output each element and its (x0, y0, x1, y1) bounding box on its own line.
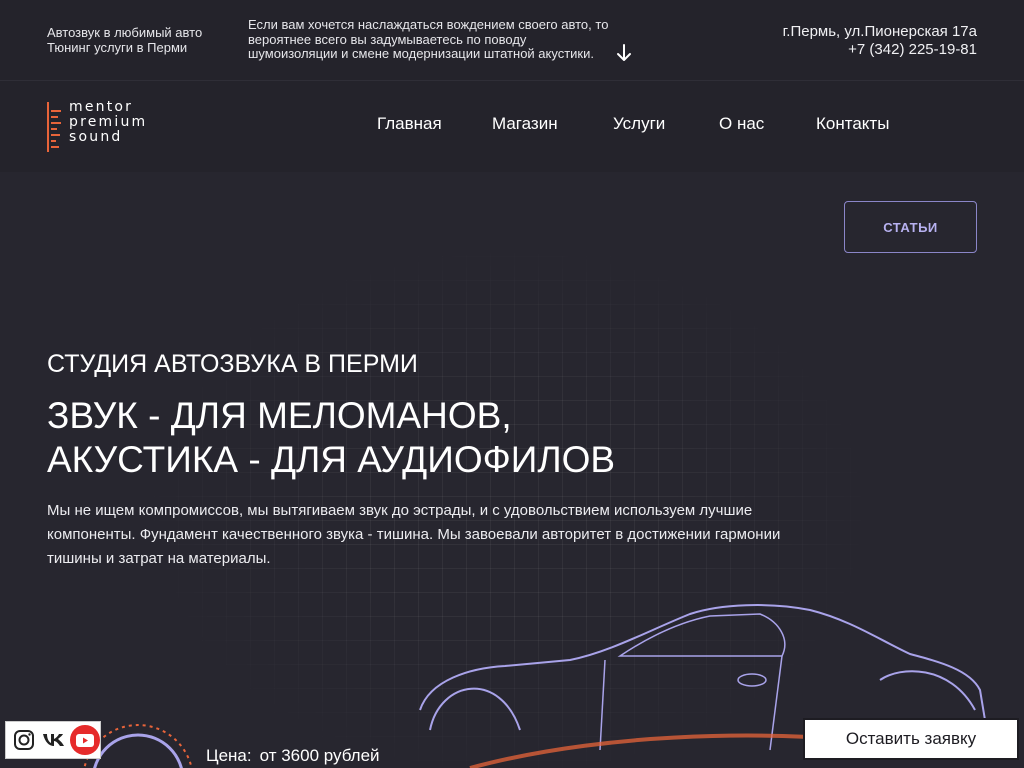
tagline-line: Тюнинг услуги в Перми (47, 40, 188, 55)
price-value: от 3600 рублей (259, 746, 380, 765)
nav-item-about[interactable]: О нас (719, 114, 764, 134)
nav-item-contacts[interactable]: Контакты (816, 114, 889, 134)
hero-title-line: АКУСТИКА - ДЛЯ АУДИОФИЛОВ (47, 439, 616, 480)
logo-line: mentor (69, 99, 134, 115)
address: г.Пермь, ул.Пионерская 17а (782, 23, 977, 40)
hero-title-line: ЗВУК - ДЛЯ МЕЛОМАНОВ, (47, 395, 512, 436)
promo-line: Если вам хочется наслаждаться вождением … (248, 17, 609, 32)
main-menu: Главная Магазин Услуги О нас Контакты (0, 114, 1024, 136)
youtube-icon[interactable] (70, 725, 101, 755)
hero-description: Мы не ищем компромиссов, мы вытягиваем з… (47, 499, 847, 571)
nav-item-home[interactable]: Главная (377, 114, 442, 134)
arrow-down-icon[interactable] (616, 44, 632, 62)
request-button[interactable]: Оставить заявку (803, 718, 1019, 760)
hero-title: ЗВУК - ДЛЯ МЕЛОМАНОВ, АКУСТИКА - ДЛЯ АУД… (47, 394, 615, 482)
promo-text: Если вам хочется наслаждаться вождением … (248, 17, 628, 62)
price-label: Цена: (206, 746, 252, 765)
vk-icon[interactable] (41, 727, 67, 753)
phone-link[interactable]: +7 (342) 225-19-81 (783, 41, 977, 59)
tagline-line: Автозвук в любимый авто (47, 25, 203, 40)
instagram-icon[interactable] (11, 727, 37, 753)
price: Цена: от 3600 рублей (206, 746, 380, 766)
description-line: компоненты. Фундамент качественного звук… (47, 526, 781, 543)
hero-subtitle: СТУДИЯ АВТОЗВУКА В ПЕРМИ (47, 350, 418, 378)
nav-item-shop[interactable]: Магазин (492, 114, 558, 134)
nav-item-services[interactable]: Услуги (613, 114, 665, 134)
contacts: г.Пермь, ул.Пионерская 17а +7 (342) 225-… (783, 23, 977, 59)
promo-line: шумоизоляции и смене модернизации штатно… (248, 46, 594, 61)
description-line: тишины и затрат на материалы. (47, 550, 271, 567)
social-widget (5, 721, 101, 759)
promo-line: вероятнее всего вы задумываетесь по пово… (248, 31, 527, 47)
site-tagline: Автозвук в любимый авто Тюнинг услуги в … (47, 25, 202, 55)
articles-button[interactable]: СТАТЬИ (844, 201, 977, 253)
description-line: Мы не ищем компромиссов, мы вытягиваем з… (47, 502, 753, 519)
